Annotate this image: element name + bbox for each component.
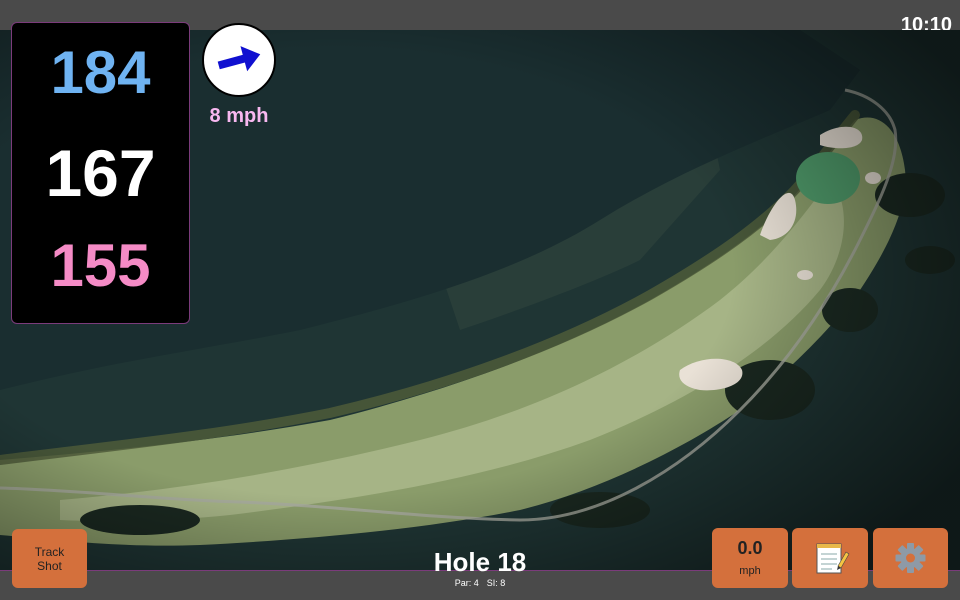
- wind-speed-label: 8 mph: [209, 105, 269, 127]
- app-screen: 10:10 184 167 155 8 mph Track Shot Hole …: [0, 0, 960, 600]
- track-shot-label-line2: Shot: [37, 558, 62, 573]
- track-shot-button[interactable]: Track Shot: [12, 529, 87, 588]
- gear-icon: [895, 543, 926, 573]
- settings-button[interactable]: [873, 528, 948, 588]
- notepad-icon: [816, 543, 850, 574]
- hole-title: Hole 18: [433, 547, 527, 577]
- wind-speed-button[interactable]: 0.0 mph: [712, 528, 788, 588]
- hole-info: Par: 4 SI: 8: [380, 578, 580, 588]
- track-shot-label-line1: Track: [34, 544, 65, 559]
- notes-button[interactable]: [792, 528, 868, 588]
- front-of-green-distance: 155: [50, 232, 151, 299]
- center-of-green-distance: 167: [45, 136, 156, 210]
- back-of-green-distance: 184: [50, 39, 151, 106]
- arrow-icon: [217, 46, 261, 72]
- wind-direction-indicator: [202, 23, 276, 97]
- par-label: Par: 4: [454, 578, 479, 588]
- distance-panel: 184 167 155: [11, 22, 190, 324]
- wind-speed-value: 0.0: [737, 538, 763, 558]
- stroke-index-label: SI: 8: [486, 578, 506, 588]
- wind-speed-unit: mph: [739, 565, 761, 577]
